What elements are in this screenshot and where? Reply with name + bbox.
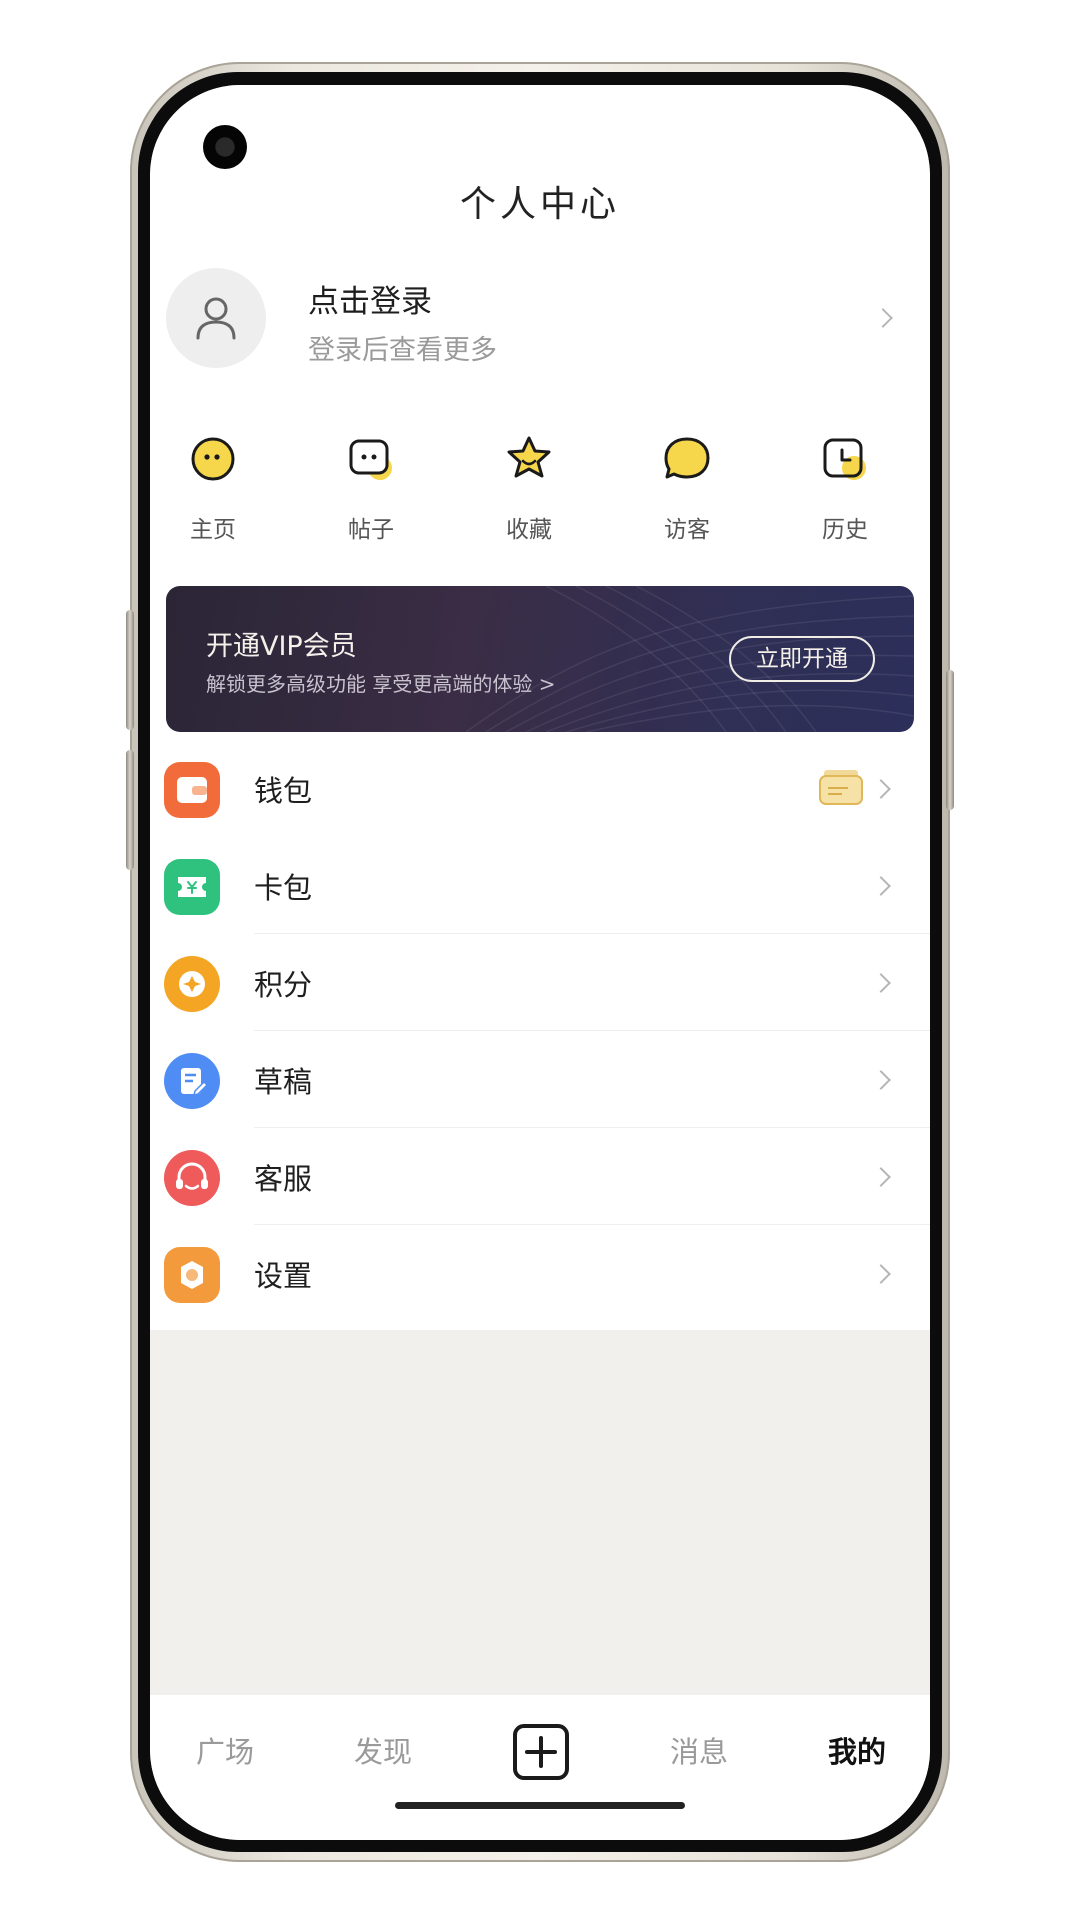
quick-actions: 主页 帖子 收藏 访客 历史 bbox=[150, 432, 930, 552]
menu-label: 积分 bbox=[254, 968, 313, 1002]
settings-icon bbox=[164, 1247, 220, 1303]
login-subtitle: 登录后查看更多 bbox=[308, 335, 497, 366]
vip-open-button[interactable]: 立即开通 bbox=[729, 636, 875, 682]
chevron-right-icon bbox=[871, 1264, 891, 1284]
page-title: 个人中心 bbox=[459, 184, 620, 225]
draft-icon bbox=[164, 1053, 220, 1109]
bottom-tab-bar: 广场 发现 消息 我的 bbox=[150, 1695, 930, 1840]
tab-mine[interactable]: 我的 bbox=[797, 1729, 917, 1771]
headset-icon bbox=[164, 1150, 220, 1206]
menu-label: 设置 bbox=[254, 1259, 313, 1293]
menu-label: 草稿 bbox=[254, 1065, 313, 1099]
menu-item-wallet[interactable]: 钱包 bbox=[150, 740, 930, 837]
login-title: 点击登录 bbox=[308, 284, 432, 320]
profile-page: 个人中心 点击登录 登录后查看更多 主页 帖子 收藏 访客 历史 开通VIP会员… bbox=[150, 85, 930, 1330]
volume-button bbox=[126, 610, 134, 730]
power-button bbox=[946, 670, 954, 810]
coin-icon bbox=[164, 956, 220, 1012]
menu-item-settings[interactable]: 设置 bbox=[150, 1225, 930, 1322]
tab-square[interactable]: 广场 bbox=[165, 1729, 285, 1771]
menu-item-card-pack[interactable]: 卡包 bbox=[150, 837, 930, 934]
quick-action-label: 帖子 bbox=[348, 517, 394, 543]
menu-item-customer-service[interactable]: 客服 bbox=[150, 1128, 930, 1225]
vip-subtitle[interactable]: 解锁更多高级功能 享受更高端的体验 > bbox=[206, 668, 555, 697]
wallet-icon bbox=[164, 762, 220, 818]
smiley-face-icon bbox=[191, 437, 235, 481]
menu-label: 钱包 bbox=[254, 774, 313, 808]
add-post-icon[interactable] bbox=[512, 1723, 570, 1781]
quick-action-label: 访客 bbox=[664, 517, 710, 543]
menu-item-points[interactable]: 积分 bbox=[150, 934, 930, 1031]
login-row[interactable]: 点击登录 登录后查看更多 bbox=[166, 268, 930, 368]
avatar[interactable] bbox=[166, 268, 266, 368]
home-indicator[interactable] bbox=[395, 1802, 685, 1809]
user-icon bbox=[196, 297, 236, 340]
wallet-badge-icon bbox=[819, 770, 863, 805]
quick-action-label: 收藏 bbox=[506, 517, 552, 543]
tab-discover[interactable]: 发现 bbox=[323, 1729, 443, 1771]
quick-action-history[interactable]: 历史 bbox=[790, 432, 900, 552]
chevron-right-icon bbox=[873, 308, 893, 328]
clock-icon bbox=[823, 438, 866, 480]
chevron-right-icon bbox=[871, 973, 891, 993]
quick-action-home[interactable]: 主页 bbox=[158, 432, 268, 552]
quick-action-posts[interactable]: 帖子 bbox=[316, 432, 426, 552]
vip-banner[interactable]: 开通VIP会员 解锁更多高级功能 享受更高端的体验 > 立即开通 bbox=[166, 586, 914, 732]
quick-action-visitors[interactable]: 访客 bbox=[632, 432, 742, 552]
chevron-right-icon bbox=[871, 1167, 891, 1187]
volume-button bbox=[126, 750, 134, 870]
tab-messages[interactable]: 消息 bbox=[639, 1729, 759, 1771]
quick-action-favorites[interactable]: 收藏 bbox=[474, 432, 584, 552]
chevron-right-icon bbox=[871, 1070, 891, 1090]
chevron-right-icon bbox=[871, 876, 891, 896]
star-icon bbox=[507, 436, 551, 478]
phone-screen: 个人中心 点击登录 登录后查看更多 主页 帖子 收藏 访客 历史 开通VIP会员… bbox=[150, 85, 930, 1840]
quick-action-label: 历史 bbox=[822, 517, 868, 543]
menu-item-drafts[interactable]: 草稿 bbox=[150, 1031, 930, 1128]
camera-hole bbox=[203, 125, 247, 169]
vip-title: 开通VIP会员 bbox=[206, 631, 357, 662]
chat-box-icon bbox=[349, 439, 392, 480]
speech-bubble-icon bbox=[664, 437, 710, 479]
menu-label: 卡包 bbox=[254, 871, 313, 905]
ticket-icon bbox=[164, 859, 220, 915]
menu-label: 客服 bbox=[254, 1162, 313, 1196]
quick-action-label: 主页 bbox=[190, 517, 236, 543]
chevron-right-icon bbox=[871, 779, 891, 799]
